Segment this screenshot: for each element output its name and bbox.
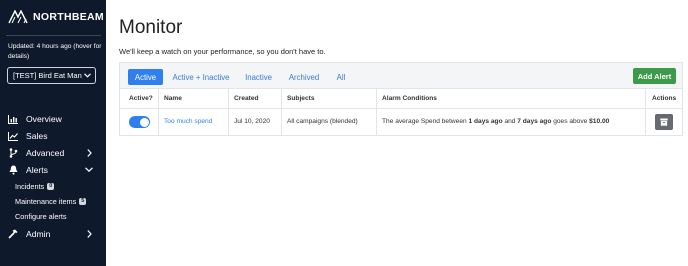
page-subtitle: We'll keep a watch on your performance, … [119,47,326,56]
brand-logo[interactable]: NORTHBEAM [8,10,104,24]
chevron-down-icon [85,167,93,172]
sub-item-incidents[interactable]: Incidents 0 [15,182,55,191]
nav-alerts-label: Alerts [26,165,48,175]
table-header: Active? Name Created Subjects Alarm Cond… [120,89,682,109]
nav-advanced-label: Advanced [26,148,65,158]
divider [6,35,101,36]
nav-admin[interactable]: Admin [8,227,98,241]
maintenance-count-badge: 5 [79,198,87,205]
nav-sales[interactable]: Sales [8,129,98,143]
tab-inactive[interactable]: Inactive [241,69,276,85]
sub-item-maintenance[interactable]: Maintenance items 5 [15,197,87,206]
account-select-value: [TEST] Bird Eat Man [13,71,82,80]
nav-admin-label: Admin [26,229,51,239]
nav-sales-label: Sales [26,131,48,141]
nav-advanced[interactable]: Advanced [8,146,98,160]
configure-alerts-label: Configure alerts [15,212,67,221]
condition-amount: $10.00 [589,118,610,125]
column-header-active[interactable]: Active? [129,95,153,102]
northbeam-logo-icon [8,10,28,24]
filter-tabs: Active Active + Inactive Inactive Archiv… [120,63,682,89]
branch-icon [8,148,18,158]
maintenance-label: Maintenance items [15,197,77,206]
condition-suffix: goes above [551,118,590,125]
table-row: Too much spend Jul 10, 2020 All campaign… [120,109,682,135]
account-select[interactable]: [TEST] Bird Eat Man [7,67,96,84]
condition-end: 7 days ago [517,118,552,125]
tab-active[interactable]: Active [128,69,163,85]
incidents-count-badge: 0 [47,183,55,190]
toggle-knob [139,117,149,127]
updated-status[interactable]: Updated: 4 hours ago (hover for details) [8,42,102,61]
add-alert-button[interactable]: Add Alert [633,68,676,84]
sidebar: NORTHBEAM Updated: 4 hours ago (hover fo… [0,0,106,266]
alert-condition: The average Spend between 1 days ago and… [382,118,609,125]
brand-name: NORTHBEAM [33,11,104,23]
chevron-right-icon [87,149,92,157]
active-toggle[interactable] [129,116,150,128]
line-chart-icon [8,131,18,141]
hammer-icon [8,229,18,239]
column-header-subjects[interactable]: Subjects [287,95,314,102]
nav-overview[interactable]: Overview [8,112,98,126]
nav-overview-label: Overview [26,114,62,124]
alert-name-link[interactable]: Too much spend [164,118,212,125]
tab-active-inactive[interactable]: Active + Inactive [170,69,232,85]
tab-all[interactable]: All [332,69,350,85]
page-title: Monitor [119,17,183,38]
condition-start: 1 days ago [468,118,503,125]
archive-alert-button[interactable] [655,114,673,130]
chevron-right-icon [87,230,92,238]
condition-mid: and [502,118,518,125]
archive-icon [660,118,668,126]
alert-created-date: Jul 10, 2020 [234,118,270,125]
column-header-name[interactable]: Name [164,95,182,102]
alerts-card: Active Active + Inactive Inactive Archiv… [119,62,683,136]
bell-icon [8,165,18,175]
column-header-created[interactable]: Created [234,95,259,102]
incidents-label: Incidents [15,182,45,191]
condition-prefix: The average Spend between [382,118,469,125]
column-header-actions: Actions [652,95,677,102]
tab-archived[interactable]: Archived [285,69,323,85]
alert-subjects: All campaigns (blended) [287,118,358,125]
sub-item-configure-alerts[interactable]: Configure alerts [15,212,67,221]
chevron-down-icon [84,73,91,78]
column-header-alarm-conditions[interactable]: Alarm Conditions [382,95,437,102]
bar-chart-icon [8,114,18,124]
nav-alerts[interactable]: Alerts [8,163,98,177]
